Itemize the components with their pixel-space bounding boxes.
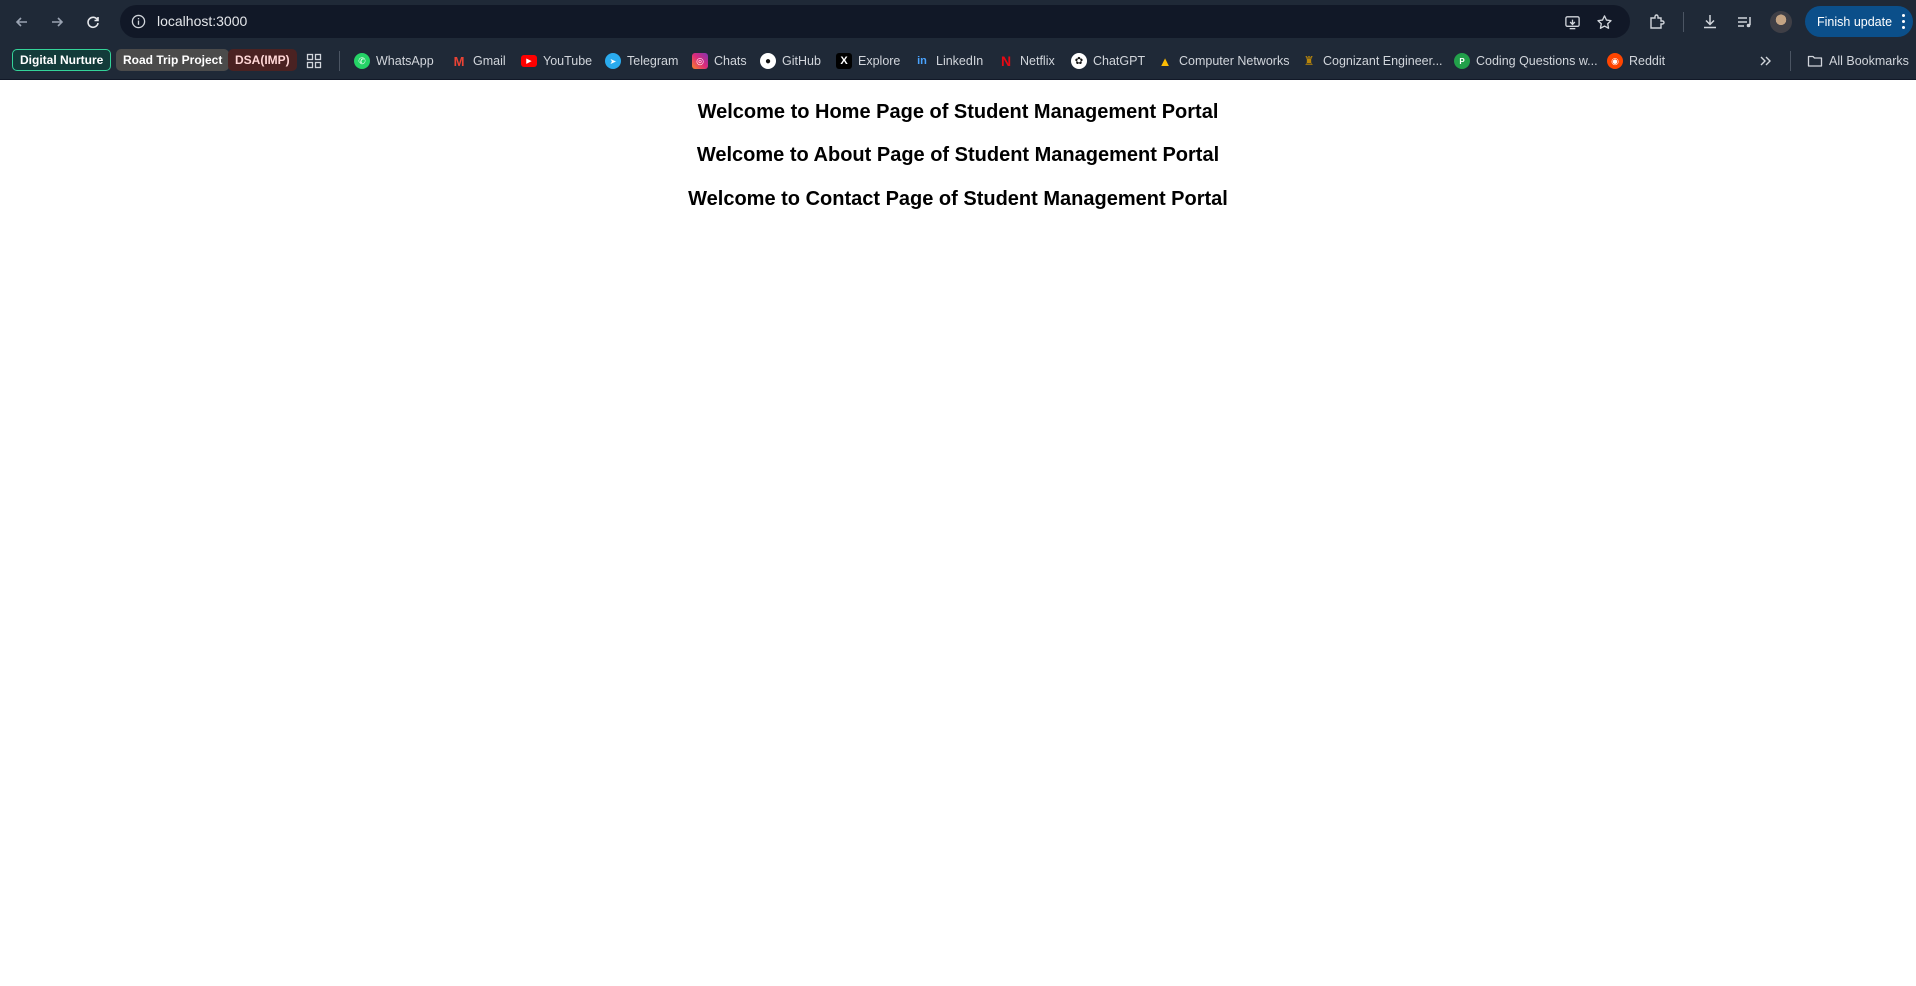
back-button[interactable] <box>8 8 36 36</box>
bookmark-label: Netflix <box>1020 54 1055 68</box>
forward-button[interactable] <box>43 8 71 36</box>
bookmark-whatsapp[interactable]: ✆ WhatsApp <box>354 50 434 72</box>
browser-toolbar: localhost:3000 Finish update <box>0 0 1916 43</box>
bookmarks-divider <box>1790 51 1791 71</box>
bookmark-label: Chats <box>714 54 747 68</box>
bookmark-label: LinkedIn <box>936 54 984 68</box>
bookmarks-divider <box>339 51 340 71</box>
bookmark-label: Coding Questions w... <box>1476 54 1598 68</box>
extensions-button[interactable] <box>1646 11 1668 33</box>
bookmark-chip-digital-nurture[interactable]: Digital Nurture <box>12 49 112 71</box>
toolbar-divider <box>1683 12 1684 32</box>
bookmark-label: ChatGPT <box>1093 54 1146 68</box>
back-arrow-icon <box>15 17 27 27</box>
media-queue-icon <box>1738 17 1751 28</box>
address-bar[interactable]: localhost:3000 <box>120 5 1630 38</box>
site-info-button[interactable] <box>126 9 151 34</box>
apps-button[interactable] <box>306 50 322 72</box>
netflix-icon: N <box>1000 53 1012 69</box>
apps-grid-icon <box>306 53 322 69</box>
github-icon: ● <box>760 53 776 69</box>
reddit-icon: ◉ <box>1607 53 1623 69</box>
about-heading: Welcome to About Page of Student Managem… <box>696 144 1220 166</box>
bookmark-github[interactable]: ● GitHub <box>760 50 821 72</box>
bookmark-gmail[interactable]: M Gmail <box>451 50 506 72</box>
bookmark-label: Reddit <box>1629 54 1666 68</box>
gmail-icon: M <box>453 53 465 69</box>
bookmark-chats[interactable]: ◎ Chats <box>692 50 747 72</box>
bookmark-label: Cognizant Engineer... <box>1323 54 1443 68</box>
bookmark-netflix[interactable]: N Netflix <box>998 50 1055 72</box>
install-app-button[interactable] <box>1562 12 1582 32</box>
reload-icon <box>87 16 99 29</box>
install-app-icon <box>1564 15 1580 29</box>
coding-icon: P <box>1454 53 1470 69</box>
url-text[interactable]: localhost:3000 <box>157 13 247 29</box>
all-bookmarks-label: All Bookmarks <box>1829 54 1909 68</box>
bookmarks-bar: Digital Nurture Road Trip Project DSA(IM… <box>0 43 1916 80</box>
forward-arrow-icon <box>52 17 64 27</box>
bookmark-label: GitHub <box>782 54 821 68</box>
bookmark-coding-questions[interactable]: P Coding Questions w... <box>1454 50 1598 72</box>
star-icon <box>1596 14 1612 29</box>
bookmark-reddit[interactable]: ◉ Reddit <box>1607 50 1665 72</box>
media-controls-button[interactable] <box>1734 11 1756 33</box>
bookmark-label: Computer Networks <box>1179 54 1290 68</box>
bookmark-star-button[interactable] <box>1594 12 1614 32</box>
bookmark-label: WhatsApp <box>376 54 434 68</box>
bookmark-label: Telegram <box>627 54 679 68</box>
cognizant-icon: ♜ <box>1303 54 1315 68</box>
bookmark-linkedin[interactable]: in LinkedIn <box>914 50 983 72</box>
contact-heading: Welcome to Contact Page of Student Manag… <box>688 188 1228 210</box>
bookmark-chatgpt[interactable]: ✿ ChatGPT <box>1071 50 1145 72</box>
reload-button[interactable] <box>79 8 107 36</box>
folder-icon <box>1807 55 1823 67</box>
google-drive-icon: ▲ <box>1158 53 1172 69</box>
chatgpt-icon: ✿ <box>1071 53 1087 69</box>
x-icon: X <box>836 53 852 69</box>
downloads-button[interactable] <box>1699 11 1721 33</box>
profile-avatar[interactable] <box>1770 11 1792 33</box>
bookmark-label: YouTube <box>543 54 593 68</box>
finish-update-label: Finish update <box>1817 14 1893 29</box>
puzzle-icon <box>1650 14 1665 29</box>
bookmark-chip-dsa-imp[interactable]: DSA(IMP) <box>228 49 297 71</box>
instagram-icon: ◎ <box>692 53 708 69</box>
home-heading: Welcome to Home Page of Student Manageme… <box>697 101 1219 123</box>
bookmark-telegram[interactable]: ➤ Telegram <box>605 50 678 72</box>
bookmark-computer-networks[interactable]: ▲ Computer Networks <box>1157 50 1290 72</box>
double-chevron-icon <box>1760 56 1771 66</box>
more-bookmarks-button[interactable] <box>1758 50 1772 72</box>
bookmark-label: Gmail <box>473 54 506 68</box>
bookmark-cognizant[interactable]: ♜ Cognizant Engineer... <box>1301 50 1443 72</box>
linkedin-icon: in <box>917 55 927 67</box>
all-bookmarks-button[interactable]: All Bookmarks <box>1807 50 1909 72</box>
bookmark-explore[interactable]: X Explore <box>836 50 900 72</box>
bookmark-youtube[interactable]: ▶ YouTube <box>521 50 592 72</box>
download-icon <box>1704 15 1716 29</box>
whatsapp-icon: ✆ <box>354 53 370 69</box>
bookmark-label: Explore <box>858 54 901 68</box>
bookmark-chip-road-trip-project[interactable]: Road Trip Project <box>116 49 230 71</box>
telegram-icon: ➤ <box>605 53 621 69</box>
info-icon <box>131 14 146 29</box>
finish-update-button[interactable]: Finish update <box>1805 6 1913 37</box>
youtube-icon: ▶ <box>521 55 537 67</box>
more-menu-icon[interactable] <box>1901 14 1905 29</box>
